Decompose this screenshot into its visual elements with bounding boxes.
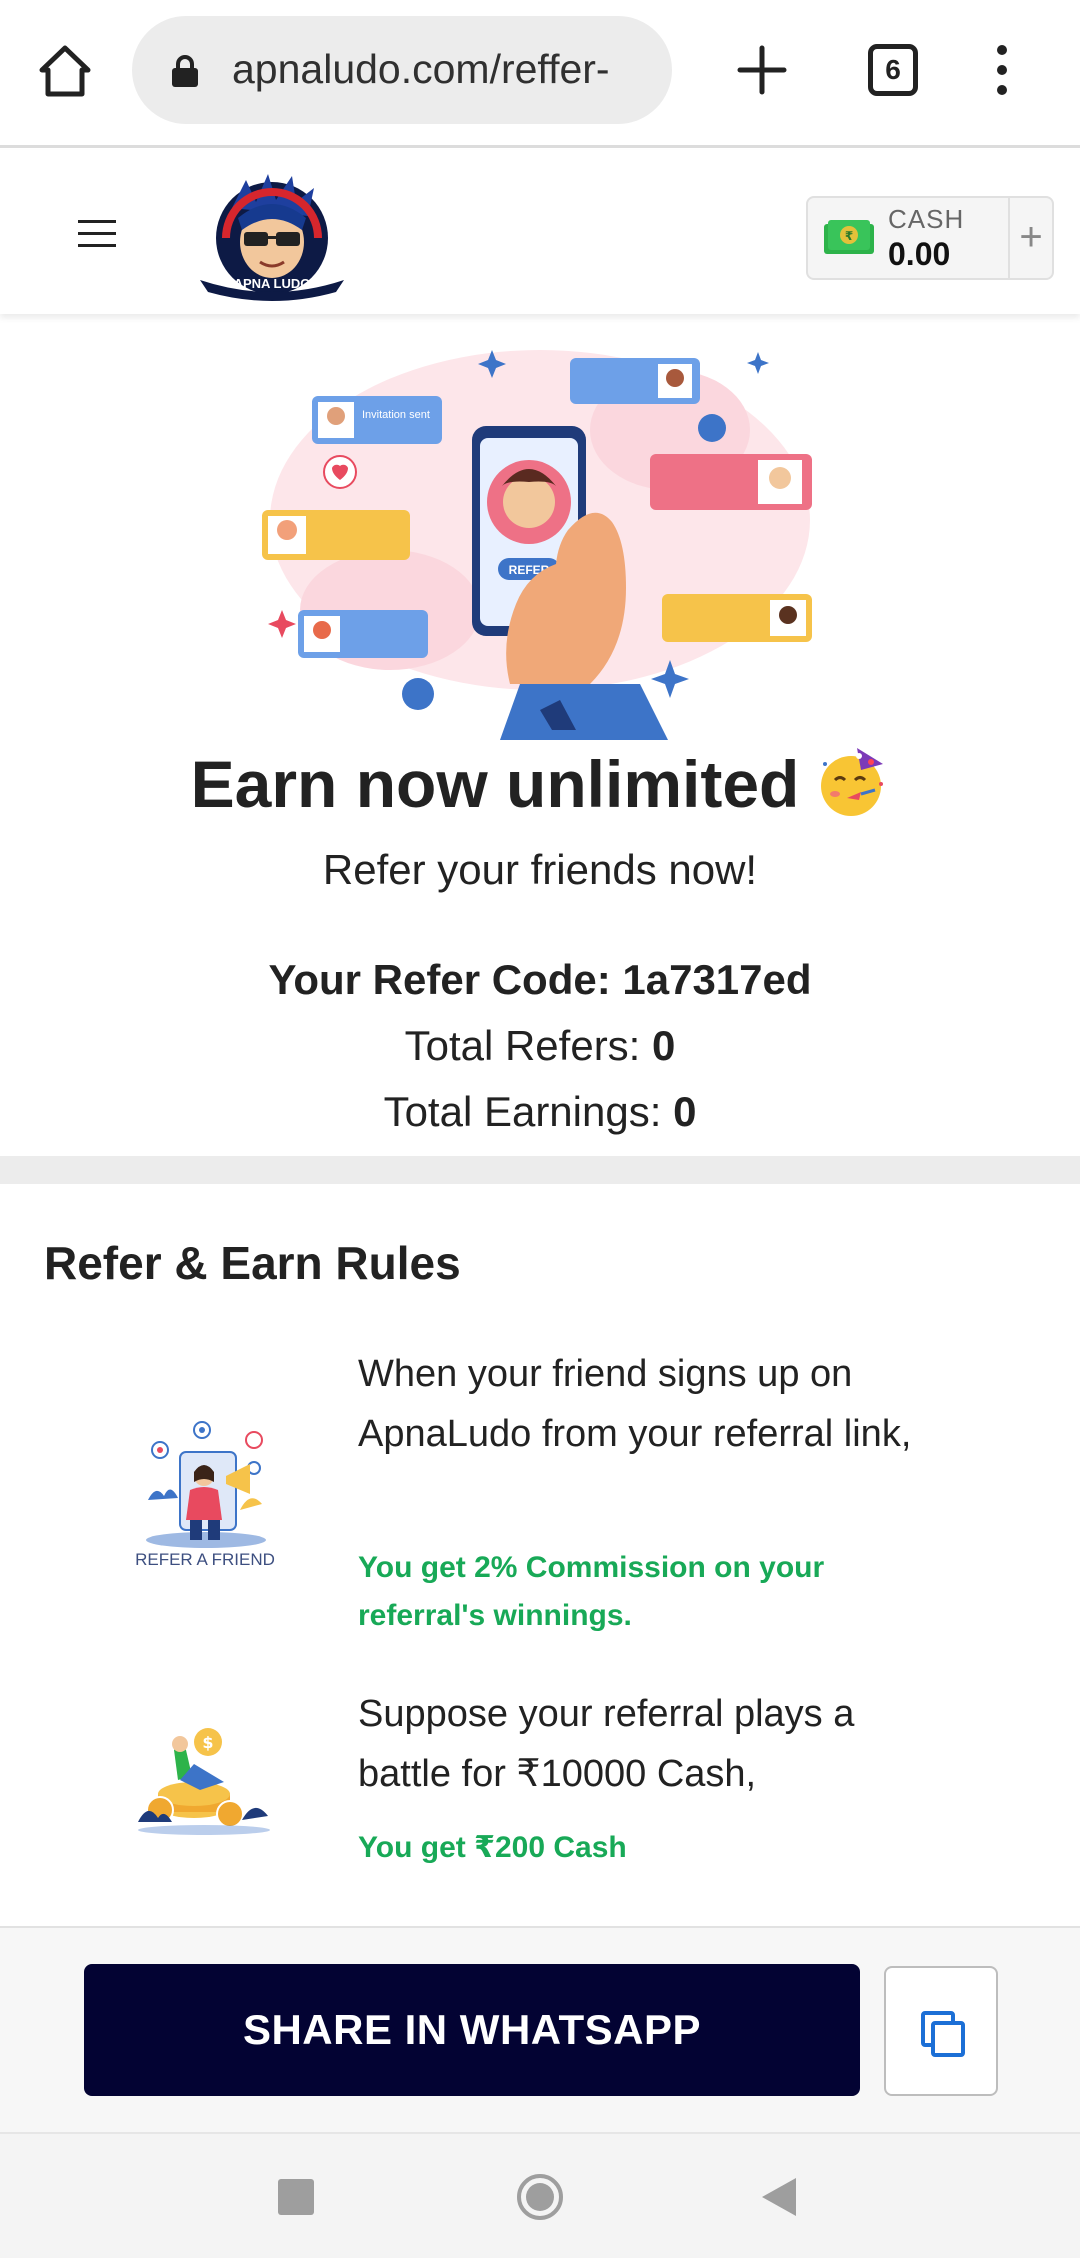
party-face-icon	[813, 744, 889, 835]
refer-code-value[interactable]: 1a7317ed	[622, 956, 811, 1003]
copy-icon	[921, 2011, 965, 2057]
page-headline: Earn now unlimited	[0, 744, 1080, 835]
copy-link-button[interactable]	[884, 1966, 998, 2096]
share-footer: SHARE IN WHATSAPP	[0, 1926, 1080, 2132]
rule-1-highlight: You get 2% Commission on your referral's…	[358, 1551, 825, 1632]
svg-text:$: $	[202, 1733, 213, 1752]
refer-hero-illustration: Invitation sent REFER	[250, 330, 830, 740]
recent-apps-icon[interactable]	[278, 2179, 314, 2215]
total-earnings-label: Total Earnings:	[383, 1088, 674, 1135]
more-options-icon[interactable]	[990, 42, 1014, 98]
back-triangle-icon[interactable]	[760, 2176, 798, 2218]
megaphone-woman-illustration	[146, 1421, 266, 1548]
total-refers-value: 0	[652, 1022, 676, 1069]
wallet-cash-box[interactable]: ₹ CASH 0.00 +	[806, 196, 1054, 280]
url-text[interactable]: apnaludo.com/reffer-	[232, 46, 662, 93]
coins-illustration: $	[134, 1720, 274, 1840]
refer-code: Your Refer Code: 1a7317ed	[0, 956, 1080, 1004]
new-tab-icon[interactable]	[734, 42, 790, 98]
section-divider	[0, 1156, 1080, 1184]
home-circle-icon[interactable]	[515, 2172, 565, 2222]
svg-text:₹: ₹	[845, 229, 853, 243]
share-whatsapp-button[interactable]: SHARE IN WHATSAPP	[84, 1964, 860, 2096]
browser-toolbar: apnaludo.com/reffer- 6	[0, 0, 1080, 148]
cash-icon: ₹	[824, 220, 874, 254]
apna-ludo-logo[interactable]: APNA LUDO	[196, 168, 348, 302]
logo-text: APNA LUDO	[233, 276, 311, 291]
refer-friend-illustration: REFER A FRIEND	[130, 1410, 280, 1570]
cash-label: CASH	[888, 204, 965, 234]
total-refers: Total Refers: 0	[0, 1022, 1080, 1070]
invite-friends-illustration: Invitation sent REFER	[262, 350, 812, 740]
add-cash-button[interactable]: +	[1008, 198, 1052, 278]
rule-1-text: When your friend signs up on ApnaLudo fr…	[358, 1353, 912, 1455]
page-subheading: Refer your friends now!	[322, 846, 758, 893]
rules-title: Refer & Earn Rules	[44, 1237, 461, 1289]
rule-2-text: Suppose your referral plays a battle for…	[358, 1693, 855, 1795]
coin-stack-icon: $	[138, 1728, 270, 1835]
invite-bubble-text: Invitation sent	[362, 409, 430, 421]
refer-friend-caption: REFER A FRIEND	[135, 1550, 275, 1569]
home-icon[interactable]	[36, 42, 94, 100]
headline-text: Earn now unlimited	[190, 746, 800, 821]
lock-icon	[172, 55, 198, 87]
address-bar[interactable]: apnaludo.com/reffer-	[132, 16, 672, 124]
total-refers-label: Total Refers:	[404, 1022, 653, 1069]
system-navigation-bar	[0, 2132, 1080, 2258]
menu-icon[interactable]	[78, 220, 116, 248]
tab-switcher-button[interactable]: 6	[868, 44, 918, 96]
app-header: APNA LUDO ₹ CASH 0.00 +	[0, 150, 1080, 314]
total-earnings-value: 0	[673, 1088, 697, 1135]
rule-2-highlight: You get ₹200 Cash	[358, 1831, 627, 1864]
refer-code-label: Your Refer Code:	[268, 956, 623, 1003]
total-earnings: Total Earnings: 0	[0, 1088, 1080, 1136]
cash-balance: 0.00	[888, 236, 951, 272]
